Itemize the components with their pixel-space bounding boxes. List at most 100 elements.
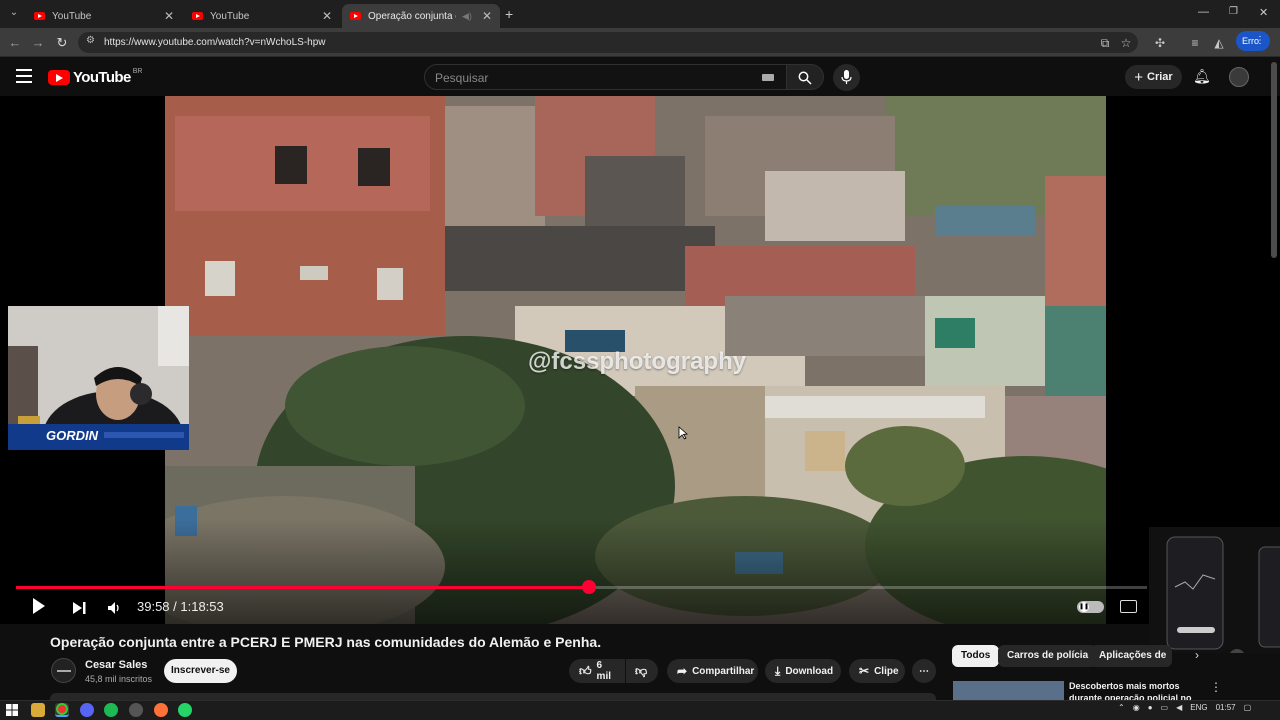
phone-mockup-image: [1166, 536, 1280, 665]
subscriber-count: 45,8 mil inscritos: [85, 674, 153, 684]
clip-label: Clipe: [874, 665, 899, 677]
share-arrow-icon: ➦: [677, 664, 688, 678]
chip-todos[interactable]: Todos: [952, 645, 1000, 667]
guide-menu-icon[interactable]: [16, 69, 32, 83]
discord-icon[interactable]: [80, 703, 94, 717]
tab-search-chevron-icon[interactable]: ⌄: [6, 7, 22, 21]
youtube-favicon-icon: [34, 12, 45, 20]
youtube-favicon-icon: [192, 12, 203, 20]
volume-tray-icon[interactable]: ◀: [1176, 703, 1182, 712]
voice-search-button[interactable]: [833, 64, 860, 91]
windows-start-icon[interactable]: [6, 704, 18, 716]
close-tab-icon[interactable]: ✕: [164, 9, 174, 23]
install-app-icon[interactable]: ⧉: [1096, 34, 1114, 52]
recommended-menu-icon[interactable]: ⋮: [1210, 680, 1222, 694]
youtube-favicon-icon: [350, 12, 361, 20]
firefox-icon[interactable]: [154, 703, 168, 717]
page-scrollbar[interactable]: [1271, 62, 1277, 258]
keyboard-icon[interactable]: [762, 74, 774, 81]
address-bar[interactable]: ⚙ https://www.youtube.com/watch?v=nWchoL…: [78, 32, 1138, 53]
recommended-thumbnail[interactable]: [953, 681, 1064, 701]
back-button[interactable]: ←: [6, 34, 24, 52]
channel-logo-icon: [57, 670, 71, 672]
profile-error-button[interactable]: Erro ⋮: [1236, 31, 1270, 51]
network-icon[interactable]: ◉: [1133, 703, 1140, 712]
site-info-icon[interactable]: ⚙: [86, 35, 95, 46]
pause-icon: ❚❚: [1079, 602, 1090, 612]
play-icon[interactable]: [32, 597, 46, 615]
video-watermark: @fcssphotography: [528, 348, 747, 375]
bookmark-star-icon[interactable]: ☆: [1117, 34, 1135, 52]
notification-center-icon[interactable]: ▢: [1244, 703, 1252, 712]
minimize-window-button[interactable]: —: [1198, 6, 1209, 18]
account-avatar[interactable]: [1229, 67, 1249, 87]
whatsapp-icon[interactable]: [178, 703, 192, 717]
autoplay-toggle[interactable]: ❚❚: [1077, 601, 1104, 613]
extensions-icon[interactable]: ✣: [1151, 34, 1169, 52]
tab-title: YouTube: [210, 10, 250, 22]
more-actions-button[interactable]: ⋯: [912, 659, 936, 683]
chip-next-chevron-icon[interactable]: ›: [1195, 648, 1199, 662]
file-explorer-icon[interactable]: [31, 703, 45, 717]
audio-playing-icon[interactable]: ◀): [462, 11, 472, 22]
close-tab-icon[interactable]: ✕: [322, 9, 332, 23]
subscribe-button[interactable]: Inscrever-se: [164, 659, 237, 683]
volume-icon[interactable]: [107, 599, 121, 617]
wifi-icon[interactable]: ▭: [1161, 703, 1169, 712]
description-box[interactable]: [50, 693, 936, 700]
logo-text: YouTube: [73, 69, 131, 86]
clock[interactable]: 01:57: [1216, 703, 1236, 712]
youtube-logo-icon: [48, 70, 70, 85]
search-button[interactable]: [786, 64, 824, 90]
tray-chevron-icon[interactable]: ⌃: [1118, 703, 1125, 712]
create-button[interactable]: + Criar: [1125, 65, 1182, 89]
spotify-icon[interactable]: [104, 703, 118, 717]
obs-icon[interactable]: [129, 703, 143, 717]
search-icon: [798, 71, 812, 85]
tab-youtube-1[interactable]: YouTube ✕: [26, 4, 182, 28]
channel-name[interactable]: Cesar Sales: [85, 659, 147, 671]
clip-button[interactable]: ✂ Clipe: [849, 659, 905, 683]
chrome-logo-icon: [58, 705, 66, 713]
download-label: Download: [785, 665, 834, 677]
notifications-bell-icon[interactable]: 🔔︎: [1193, 68, 1211, 85]
thumbs-up-icon: 👍︎: [579, 663, 592, 678]
chip-carros-de-policia[interactable]: Carros de polícia: [998, 645, 1098, 667]
plus-icon: +: [1134, 68, 1144, 86]
recommended-title[interactable]: Descobertos mais mortos durante operação…: [1069, 680, 1194, 700]
url-text: https://www.youtube.com/watch?v=nWchoLS-…: [104, 37, 326, 48]
share-button[interactable]: ➦ Compartilhar: [667, 659, 758, 683]
youtube-logo[interactable]: YouTube BR: [48, 68, 142, 86]
system-tray[interactable]: ⌃ ◉ ● ▭ ◀ ENG 01:57 ▢: [1118, 703, 1251, 712]
streamer-name-bar: GORDIN: [8, 424, 189, 450]
language-indicator[interactable]: ENG: [1190, 703, 1207, 712]
media-controls-icon[interactable]: ≡: [1186, 34, 1204, 52]
scissors-icon: ✂: [859, 664, 870, 678]
next-video-icon[interactable]: [72, 599, 87, 617]
windows-taskbar: [0, 700, 1280, 720]
scrubber-handle[interactable]: [582, 580, 596, 594]
create-label: Criar: [1147, 71, 1173, 83]
subtitles-icon[interactable]: [1120, 600, 1137, 613]
restore-window-button[interactable]: ❐: [1229, 6, 1238, 17]
download-icon: ⤓: [775, 663, 781, 678]
channel-avatar[interactable]: [51, 658, 76, 683]
like-count: 6 mil: [596, 660, 611, 682]
download-button[interactable]: ⤓ Download: [765, 659, 841, 683]
video-title: Operação conjunta entre a PCERJ E PMERJ …: [50, 634, 602, 650]
new-tab-button[interactable]: +: [505, 6, 519, 22]
reload-button[interactable]: ↻: [53, 34, 71, 52]
account-icon[interactable]: ◭: [1210, 34, 1228, 52]
close-tab-icon[interactable]: ✕: [482, 9, 492, 23]
chip-aplicacoes[interactable]: Aplicações de: [1090, 645, 1172, 667]
tab-active-video[interactable]: Operação conjunta entre a ◀) ✕: [342, 4, 500, 28]
chrome-taskbar-icon[interactable]: [55, 703, 69, 717]
mic-tray-icon[interactable]: ●: [1148, 703, 1153, 712]
dislike-button[interactable]: 👎︎: [626, 659, 658, 683]
forward-button[interactable]: →: [29, 34, 47, 52]
like-button[interactable]: 👍︎ 6 mil: [569, 659, 625, 683]
mouse-cursor-icon: [678, 426, 688, 440]
tab-youtube-2[interactable]: YouTube ✕: [184, 4, 340, 28]
search-input[interactable]: Pesquisar: [424, 64, 787, 90]
close-window-button[interactable]: ✕: [1259, 6, 1268, 19]
